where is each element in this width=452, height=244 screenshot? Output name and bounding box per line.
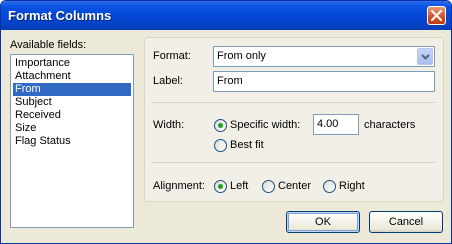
format-columns-dialog: Format Columns Available fields: Importa… [0,0,452,244]
list-item[interactable]: Subject [13,96,131,109]
label-label: Label: [153,75,183,87]
list-item[interactable]: Size [13,122,131,135]
format-dropdown-button[interactable] [417,48,433,65]
format-select[interactable]: From only [213,46,435,67]
divider [151,102,435,103]
list-item[interactable]: Attachment [13,70,131,83]
cancel-button[interactable]: Cancel [369,211,443,233]
label-input[interactable]: From [213,71,435,92]
properties-panel: Format: From only Label: From Width: Spe… [144,37,444,202]
align-left-label[interactable]: Left [230,180,248,192]
format-label: Format: [153,50,191,62]
align-right-radio[interactable] [323,180,336,193]
available-fields-label: Available fields: [10,39,87,51]
alignment-label: Alignment: [153,180,205,192]
format-select-value: From only [217,50,266,62]
close-icon [431,10,442,21]
align-right-label[interactable]: Right [339,180,365,192]
available-fields-list[interactable]: Importance Attachment From Subject Recei… [10,54,134,228]
align-center-label[interactable]: Center [278,180,311,192]
radio-selected-dot [218,184,223,189]
label-input-value: From [217,75,243,87]
width-input[interactable]: 4.00 [313,114,359,135]
width-unit-label: characters [364,119,416,131]
specific-width-label[interactable]: Specific width: [230,119,300,131]
width-label: Width: [153,119,185,131]
ok-button[interactable]: OK [286,211,360,233]
list-item[interactable]: Importance [13,57,131,70]
align-left-radio[interactable] [214,180,227,193]
title-bar[interactable]: Format Columns [1,1,451,30]
chevron-down-icon [421,54,430,60]
divider [151,162,435,163]
best-fit-label[interactable]: Best fit [230,139,264,151]
specific-width-radio[interactable] [214,119,227,132]
close-button[interactable] [427,6,446,25]
width-input-value: 4.00 [317,118,339,130]
radio-selected-dot [218,123,223,128]
list-item-selected[interactable]: From [13,83,131,96]
align-center-radio[interactable] [262,180,275,193]
best-fit-radio[interactable] [214,139,227,152]
list-item[interactable]: Flag Status [13,135,131,148]
list-item[interactable]: Received [13,109,131,122]
window-title: Format Columns [8,8,112,23]
dialog-body: Available fields: Importance Attachment … [4,30,448,240]
